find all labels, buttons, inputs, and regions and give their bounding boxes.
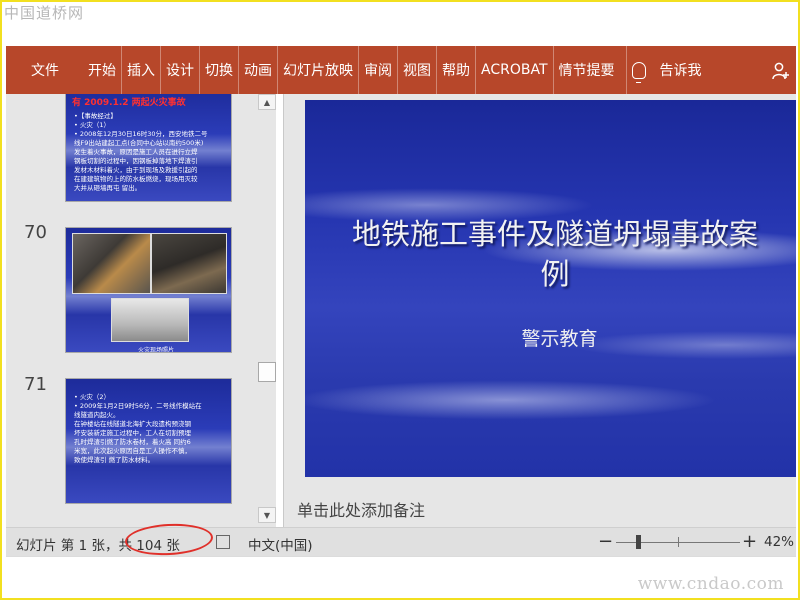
tab-insert[interactable]: 插入	[121, 46, 160, 94]
fire-photo	[151, 233, 227, 294]
photo-caption: 火灾现场照片	[138, 347, 175, 353]
tab-acrobat[interactable]: ACROBAT	[475, 46, 553, 94]
tab-help[interactable]: 帮助	[436, 46, 475, 94]
ribbon-tabs: 文件 开始 插入 设计 切换 动画 幻灯片放映 审阅 视图 帮助 ACROBAT…	[6, 46, 796, 94]
slide-title[interactable]: 地铁施工事件及隧道坍塌事故案例	[345, 214, 765, 294]
thumbnail-text: • 火灾（2） • 2009年1月2日9时56分，二号线作模站在 线隧道内起火。…	[74, 393, 202, 464]
window-bottom-edge	[6, 556, 796, 557]
proofing-icon[interactable]	[216, 535, 230, 549]
thumbnail-text: •【事故经过】 • 火灾（1） • 2008年12月30日16时30分，西安地铁…	[74, 112, 208, 192]
tab-animations[interactable]: 动画	[238, 46, 277, 94]
zoom-percentage[interactable]: 42%	[764, 534, 794, 550]
tab-storyboard[interactable]: 情节提要	[552, 46, 620, 94]
smoke-photo	[111, 298, 189, 342]
watermark-top: 中国道桥网	[4, 4, 85, 22]
current-slide[interactable]: 地铁施工事件及隧道坍塌事故案例 警示教育	[305, 100, 796, 477]
slide-thumbnail[interactable]: 有 2009.1.2 两起火灾事故 •【事故经过】 • 火灾（1） • 2008…	[65, 94, 232, 202]
slide-number: 71	[24, 374, 47, 395]
tab-design[interactable]: 设计	[160, 46, 199, 94]
slide-thumbnail-pane: 有 2009.1.2 两起火灾事故 •【事故经过】 • 火灾（1） • 2008…	[6, 94, 276, 527]
slide-subtitle[interactable]: 警示教育	[305, 324, 796, 351]
tab-home[interactable]: 开始	[83, 46, 121, 94]
slide-thumbnail[interactable]: • 火灾（2） • 2009年1月2日9时56分，二号线作模站在 线隧道内起火。…	[65, 378, 232, 504]
notes-placeholder[interactable]: 单击此处添加备注	[297, 497, 425, 521]
watermark-bottom: www.cndao.com	[637, 574, 784, 594]
tab-transitions[interactable]: 切换	[199, 46, 238, 94]
thumbnail-scrollbar[interactable]: ▲ ▼	[258, 94, 276, 527]
tell-me-label: 告诉我	[659, 63, 702, 79]
zoom-slider-center-tick	[678, 537, 679, 547]
slide-counter-total: 共 104 张	[118, 538, 180, 554]
tab-view[interactable]: 视图	[397, 46, 436, 94]
fire-photo	[72, 233, 151, 294]
slide-counter-current: 幻灯片 第 1 张，	[16, 538, 119, 554]
status-bar: 幻灯片 第 1 张，共 104 张 中文(中国) − + 42%	[6, 527, 796, 556]
scroll-down-arrow-icon[interactable]: ▼	[258, 507, 276, 523]
tab-file[interactable]: 文件	[6, 46, 83, 94]
tab-slideshow[interactable]: 幻灯片放映	[277, 46, 358, 94]
slide-number: 70	[24, 222, 47, 243]
language-indicator[interactable]: 中文(中国)	[248, 534, 313, 554]
zoom-slider-knob[interactable]	[636, 535, 641, 549]
zoom-in-button[interactable]: +	[742, 531, 757, 552]
tell-me-search[interactable]: 告诉我	[625, 46, 707, 94]
slide-counter: 幻灯片 第 1 张，共 104 张	[16, 534, 180, 554]
scrollbar-thumb[interactable]	[258, 362, 276, 382]
add-person-icon[interactable]	[772, 62, 790, 80]
scroll-up-arrow-icon[interactable]: ▲	[258, 94, 276, 110]
slide-thumbnail[interactable]: 火灾现场照片	[65, 227, 232, 353]
tab-review[interactable]: 审阅	[358, 46, 397, 94]
lightbulb-icon	[631, 61, 646, 83]
thumbnail-heading: 有 2009.1.2 两起火灾事故	[72, 98, 186, 108]
zoom-out-button[interactable]: −	[598, 531, 613, 552]
